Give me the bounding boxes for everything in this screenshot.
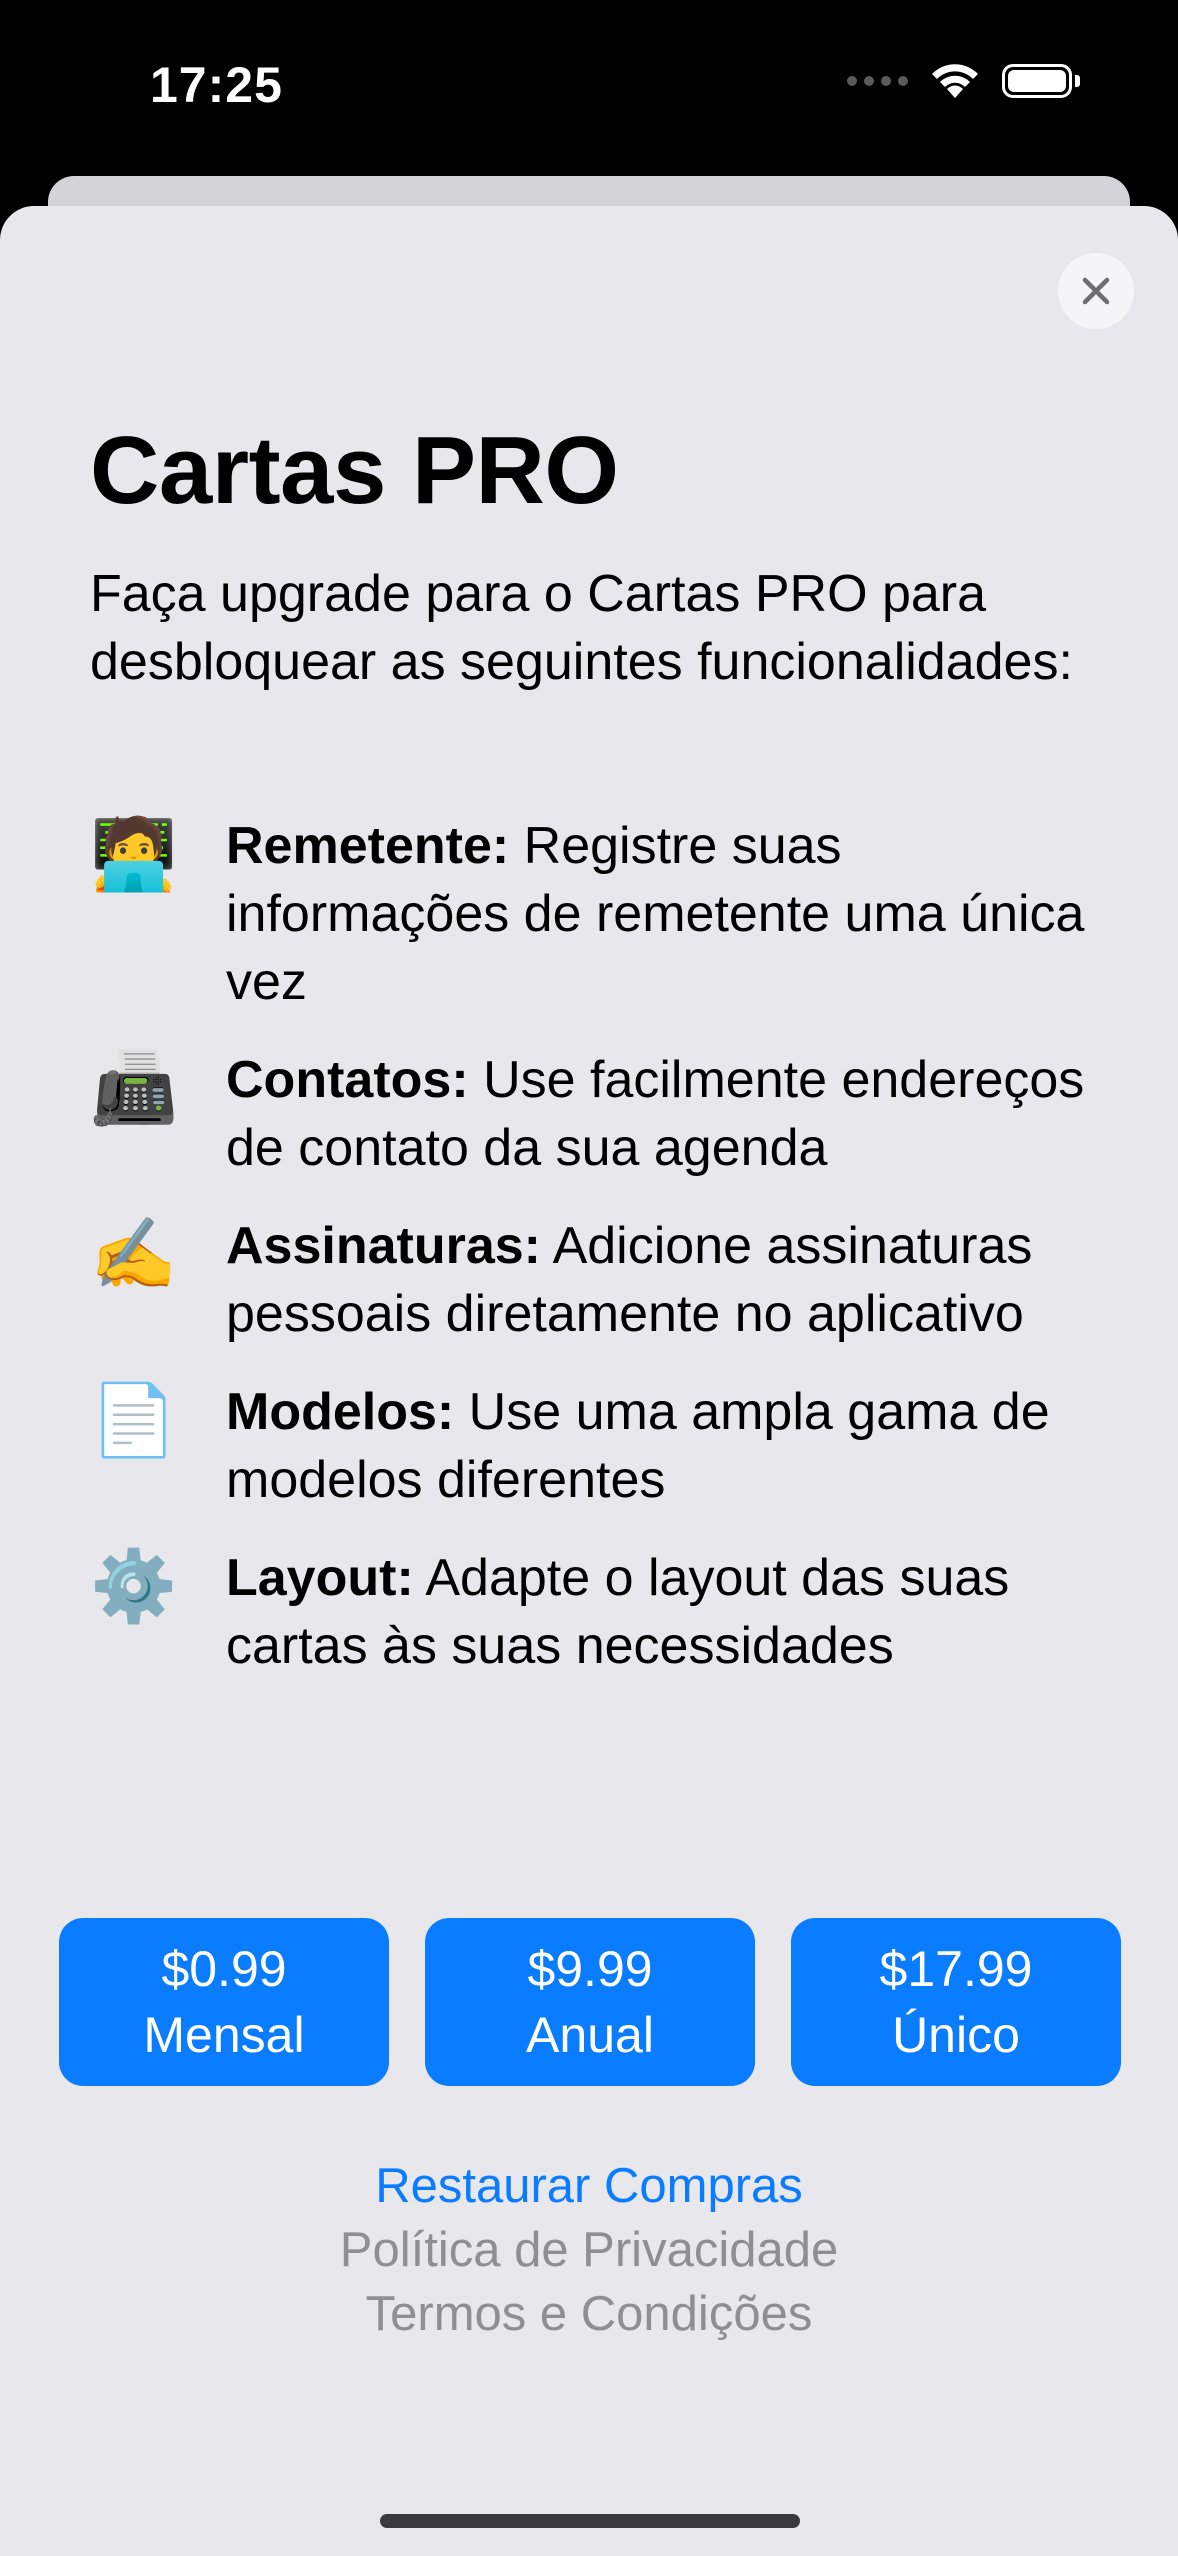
feature-title: Remetente: — [226, 817, 510, 875]
plan-price: $9.99 — [527, 1941, 653, 1997]
feature-item-contacts: 📠 Contatos: Use facilmente endereços de … — [90, 1046, 1100, 1182]
restore-purchases-link[interactable]: Restaurar Compras — [0, 2154, 1178, 2218]
page-document-icon: 📄 — [90, 1381, 178, 1459]
feature-title: Layout: — [226, 1549, 414, 1607]
home-indicator — [380, 2514, 800, 2528]
plan-price: $17.99 — [879, 1941, 1033, 1997]
feature-item-signatures: ✍️ Assinaturas: Adicione assinaturas pes… — [90, 1212, 1100, 1348]
feature-item-sender: 🧑‍💻 Remetente: Registre suas informações… — [90, 812, 1100, 1016]
feature-text: Modelos: Use uma ampla gama de modelos d… — [226, 1378, 1100, 1514]
lifetime-plan-button[interactable]: $17.99 Único — [791, 1918, 1121, 2086]
feature-title: Modelos: — [226, 1383, 455, 1441]
footer-links: Restaurar Compras Política de Privacidad… — [0, 2154, 1178, 2346]
status-bar: 17:25 — [0, 0, 1178, 170]
annual-plan-button[interactable]: $9.99 Anual — [425, 1918, 755, 2086]
intro-text: Faça upgrade para o Cartas PRO para desb… — [90, 565, 1073, 691]
feature-title: Contatos: — [226, 1051, 469, 1109]
terms-link[interactable]: Termos e Condições — [0, 2282, 1178, 2346]
plan-period: Anual — [526, 2007, 654, 2063]
writing-hand-icon: ✍️ — [90, 1215, 178, 1293]
feature-text: Remetente: Registre suas informações de … — [226, 812, 1100, 1016]
feature-title: Assinaturas: — [226, 1217, 541, 1275]
feature-text: Assinaturas: Adicione assinaturas pessoa… — [226, 1212, 1100, 1348]
feature-text: Contatos: Use facilmente endereços de co… — [226, 1046, 1100, 1182]
close-icon — [1082, 277, 1110, 305]
status-time: 17:25 — [150, 57, 283, 113]
plan-price: $0.99 — [161, 1941, 287, 1997]
feature-list: 🧑‍💻 Remetente: Registre suas informações… — [90, 812, 1100, 1680]
plan-period: Mensal — [143, 2007, 305, 2063]
close-button[interactable] — [1058, 253, 1134, 329]
plan-period: Único — [892, 2007, 1020, 2063]
wifi-icon — [930, 62, 980, 100]
status-icons — [847, 62, 1080, 100]
pricing-options: $0.99 Mensal $9.99 Anual $17.99 Único — [59, 1918, 1121, 2086]
gear-icon: ⚙️ — [90, 1547, 178, 1625]
feature-item-layout: ⚙️ Layout: Adapte o layout das suas cart… — [90, 1544, 1100, 1680]
battery-icon — [1002, 64, 1080, 98]
privacy-policy-link[interactable]: Política de Privacidade — [0, 2218, 1178, 2282]
feature-item-templates: 📄 Modelos: Use uma ampla gama de modelos… — [90, 1378, 1100, 1514]
monthly-plan-button[interactable]: $0.99 Mensal — [59, 1918, 389, 2086]
fax-machine-icon: 📠 — [90, 1049, 178, 1127]
technologist-icon: 🧑‍💻 — [90, 815, 178, 893]
feature-text: Layout: Adapte o layout das suas cartas … — [226, 1544, 1100, 1680]
cellular-signal-icon — [847, 76, 908, 86]
page-title: Cartas PRO — [90, 417, 619, 524]
